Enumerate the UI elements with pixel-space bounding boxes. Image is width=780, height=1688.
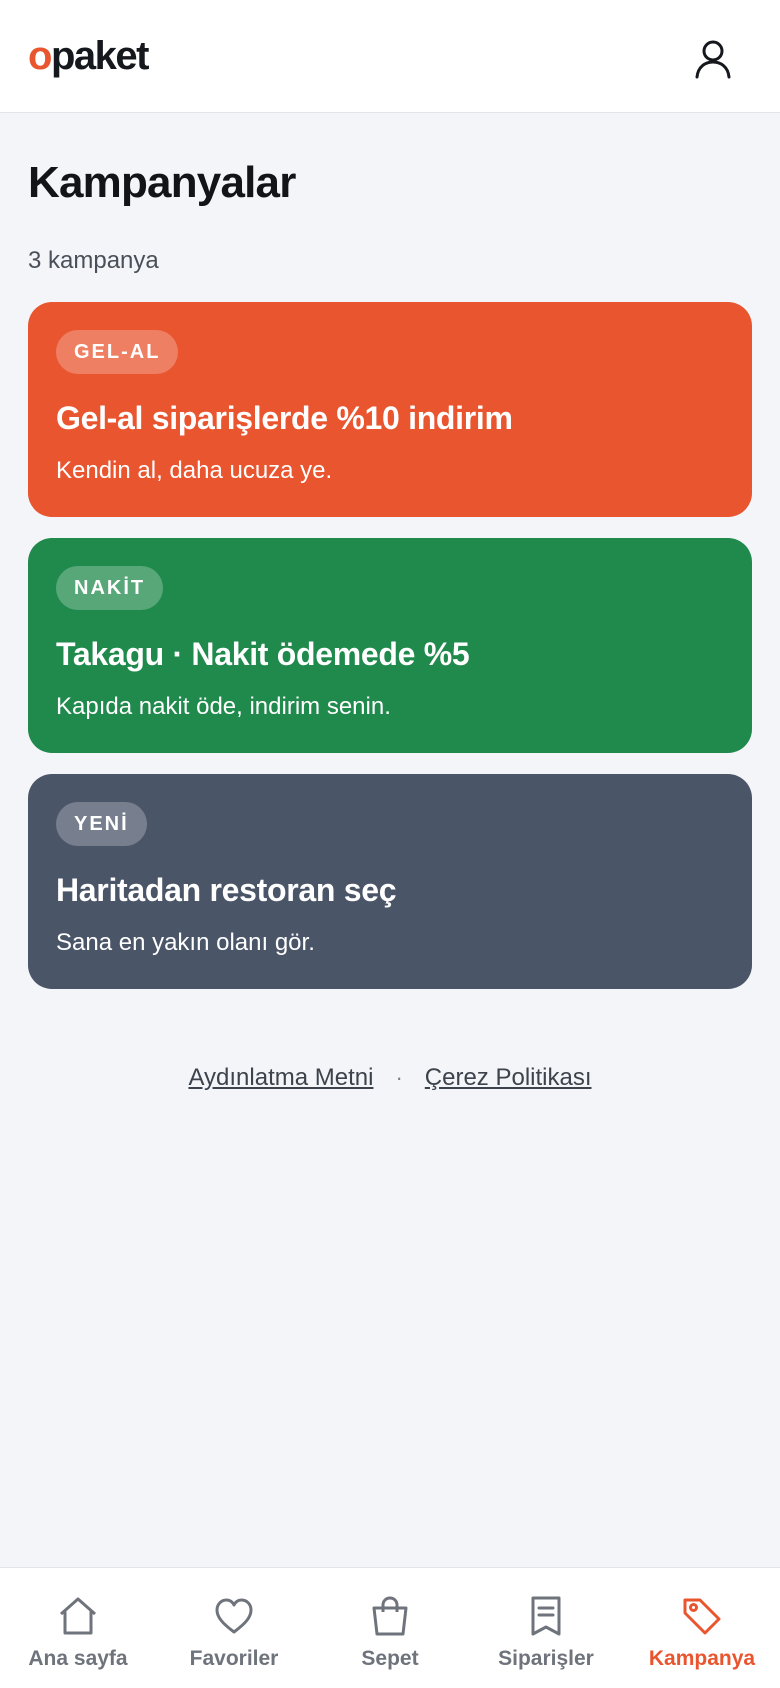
nav-item-home[interactable]: Ana sayfa [0,1568,156,1688]
tag-icon [683,1598,721,1635]
campaign-description: Kendin al, daha ucuza ye. [56,457,333,484]
privacy-notice-link[interactable]: Aydınlatma Metni [188,1062,373,1094]
campaign-description: Sana en yakın olanı gör. [56,929,315,956]
footer-separator: · [395,1065,403,1090]
top-header: opaket [0,0,780,113]
campaign-description: Kapıda nakit öde, indirim senin. [56,693,391,720]
logo-text: paket [50,34,150,78]
campaign-count: 3 kampanya [28,247,159,274]
footer-links: Aydınlatma Metni · Çerez Politikası [0,1062,780,1094]
campaign-card-yeni[interactable]: YENİ Haritadan restoran seç Sana en yakı… [28,774,752,989]
nav-label: Ana sayfa [28,1647,128,1670]
heart-icon [215,1598,253,1634]
campaign-title: Takagu · Nakit ödemede %5 [56,636,470,672]
nav-label: Favoriler [189,1647,279,1670]
page-title: Kampanyalar [28,158,296,207]
campaign-badge: NAKİT [56,566,164,610]
bottom-nav: Ana sayfa Favoriler Sepet Siparişler Kam… [0,1567,780,1688]
campaign-card-gel-al[interactable]: GEL-AL Gel-al siparişlerde %10 indirim K… [28,302,752,517]
nav-item-cart[interactable]: Sepet [312,1568,468,1688]
nav-item-campaign[interactable]: Kampanya [624,1568,780,1688]
profile-button[interactable] [690,36,736,82]
campaign-title: Haritadan restoran seç [56,872,397,908]
nav-label: Siparişler [498,1647,594,1670]
nav-item-favorites[interactable]: Favoriler [156,1568,312,1688]
receipt-icon [531,1596,561,1636]
home-icon [60,1597,96,1635]
campaign-badge: GEL-AL [56,330,179,374]
app-logo[interactable]: opaket [28,32,150,80]
app-root: opaket Kampanyalar 3 kampanya GEL-AL Gel… [0,0,780,1688]
campaign-badge: YENİ [56,802,147,846]
nav-label: Sepet [361,1647,419,1670]
campaign-title: Gel-al siparişlerde %10 indirim [56,400,513,436]
cookie-policy-link[interactable]: Çerez Politikası [425,1062,592,1094]
campaign-card-nakit[interactable]: NAKİT Takagu · Nakit ödemede %5 Kapıda n… [28,538,752,753]
nav-item-orders[interactable]: Siparişler [468,1568,624,1688]
nav-label: Kampanya [648,1647,756,1670]
bag-icon [372,1596,408,1636]
logo-o: o [28,34,52,78]
user-icon [695,40,731,79]
